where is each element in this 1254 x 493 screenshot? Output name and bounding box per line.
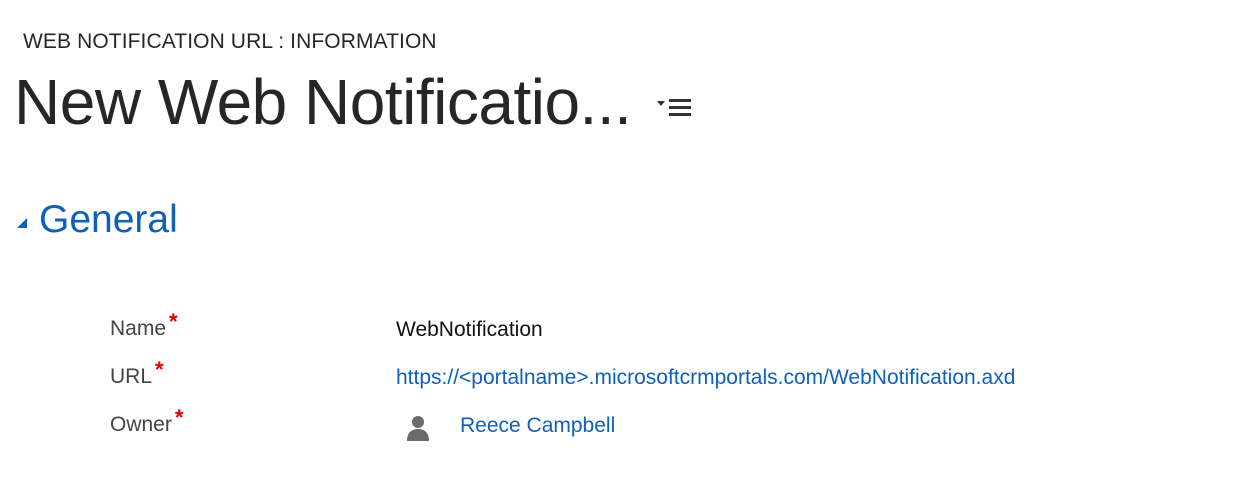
field-label-name: Name * <box>110 309 396 343</box>
form-selector-menu-icon[interactable] <box>657 95 697 125</box>
field-label-url: URL * <box>110 357 396 391</box>
section-header-general[interactable]: General <box>14 200 178 239</box>
collapse-triangle-icon[interactable] <box>14 215 30 231</box>
field-row-url: URL * https://<portalname>.microsoftcrmp… <box>110 357 1015 394</box>
url-field-link[interactable]: https://<portalname>.microsoftcrmportals… <box>396 366 1015 390</box>
record-title: New Web Notificatio... <box>14 66 632 138</box>
field-row-name: Name * WebNotification <box>110 309 543 346</box>
section-title: General <box>39 198 178 241</box>
record-title-row: New Web Notificatio... <box>14 60 697 144</box>
owner-link[interactable]: Reece Campbell <box>460 414 615 438</box>
name-field[interactable]: WebNotification <box>396 318 543 342</box>
field-label-text: URL <box>110 365 153 388</box>
field-label-text: Owner <box>110 413 172 436</box>
entity-label: WEB NOTIFICATION URL : INFORMATION <box>23 30 437 53</box>
required-asterisk: * <box>174 405 184 430</box>
field-label-text: Name <box>110 317 167 340</box>
user-icon <box>406 415 430 441</box>
field-row-owner: Owner * Reece Campbell <box>110 405 615 442</box>
owner-field: Reece Campbell <box>396 413 615 441</box>
required-asterisk: * <box>155 357 164 382</box>
required-asterisk: * <box>169 309 178 334</box>
field-label-owner: Owner * <box>110 405 396 439</box>
